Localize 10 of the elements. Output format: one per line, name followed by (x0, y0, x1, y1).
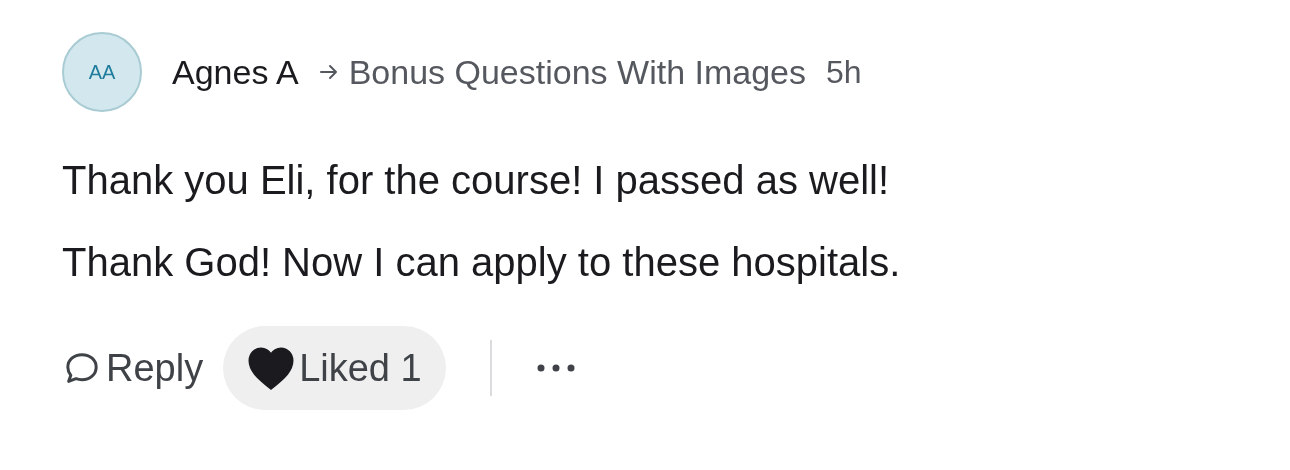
avatar: AA (62, 32, 142, 112)
topic-link[interactable]: Bonus Questions With Images (348, 52, 806, 92)
like-button[interactable]: Liked 1 (223, 326, 446, 410)
author-name: Agnes A (172, 52, 299, 92)
post-text: Thank God! Now I can apply to these hospitals. (62, 239, 902, 286)
more-icon[interactable] (535, 363, 576, 373)
heart-icon (247, 346, 296, 390)
timestamp: 5h (826, 53, 862, 91)
reply-button[interactable]: Reply (62, 326, 204, 410)
post-text: Thank you Eli, for the course! I passed as well! (62, 157, 891, 204)
